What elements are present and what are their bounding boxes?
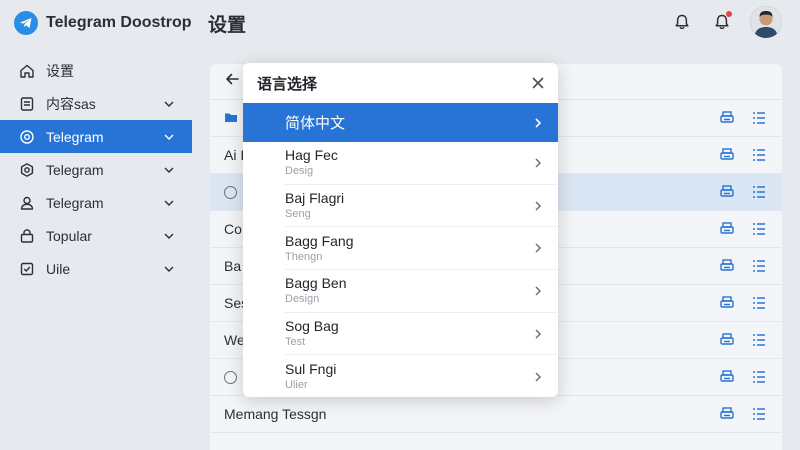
print-icon[interactable]: [718, 331, 736, 349]
row-label: We: [224, 332, 245, 348]
language-option[interactable]: Bagg Ben Design: [285, 270, 558, 313]
sidebar-item-settings[interactable]: 设置: [0, 54, 192, 87]
list-detail-icon[interactable]: [750, 331, 768, 349]
app-name: Telegram Doostrop: [46, 14, 192, 31]
chevron-right-icon: [530, 115, 546, 131]
lock-icon: [18, 227, 36, 245]
sidebar-item-topular[interactable]: Topular: [0, 219, 192, 252]
list-detail-icon[interactable]: [750, 405, 768, 423]
print-icon[interactable]: [718, 109, 736, 127]
sidebar-item-label: Telegram: [46, 194, 104, 211]
language-sublabel: Thengn: [285, 250, 323, 263]
print-icon[interactable]: [718, 368, 736, 386]
list-detail-icon[interactable]: [750, 368, 768, 386]
print-icon[interactable]: [718, 146, 736, 164]
language-label: Sul Fngi: [285, 361, 337, 378]
sidebar: 设置 内容sas Telegram Telegram Telegram Topu…: [0, 54, 192, 450]
language-sublabel: Seng: [285, 208, 311, 221]
list-detail-icon[interactable]: [750, 183, 768, 201]
chevron-down-icon[interactable]: [162, 229, 176, 243]
sidebar-item-label: Telegram: [46, 128, 104, 145]
language-label: Bagg Fang: [285, 232, 354, 249]
settings-icon: [18, 161, 36, 179]
folder-icon: [224, 110, 238, 127]
language-label: Bagg Ben: [285, 275, 347, 292]
notifications-bell-icon[interactable]: [710, 10, 734, 34]
language-label: Sog Bag: [285, 318, 339, 335]
bell-icon[interactable]: [670, 10, 694, 34]
sidebar-item-label: Topular: [46, 227, 92, 244]
telegram-logo-icon: [14, 11, 38, 35]
language-option[interactable]: Baj Flagri Seng: [285, 185, 558, 228]
language-option[interactable]: Hag Fec Desig: [285, 142, 558, 185]
print-icon[interactable]: [718, 220, 736, 238]
list-detail-icon[interactable]: [750, 109, 768, 127]
language-option-selected[interactable]: 简体中文: [243, 103, 558, 142]
chevron-right-icon: [530, 283, 546, 299]
sidebar-item-uile[interactable]: Uile: [0, 252, 192, 285]
sidebar-item-telegram[interactable]: Telegram: [0, 120, 192, 153]
print-icon[interactable]: [718, 183, 736, 201]
language-sublabel: Test: [285, 336, 306, 349]
language-option[interactable]: Sog Bag Test: [285, 313, 558, 356]
sidebar-item-label: Telegram: [46, 161, 104, 178]
row-label: Co: [224, 221, 242, 237]
table-row[interactable]: Memang Tessgn: [210, 396, 782, 433]
list-detail-icon[interactable]: [750, 146, 768, 164]
document-icon: [18, 95, 36, 113]
language-sublabel: Desig: [285, 165, 314, 178]
chevron-right-icon: [530, 240, 546, 256]
dialog-header: 语言选择: [243, 63, 558, 103]
language-option[interactable]: Sul Fngi Ulier: [285, 355, 558, 397]
chevron-down-icon[interactable]: [162, 97, 176, 111]
user-icon: [18, 194, 36, 212]
top-bar: Telegram Doostrop 设置: [0, 0, 800, 46]
avatar[interactable]: [750, 6, 782, 38]
row-label: Memang Tessgn: [224, 406, 327, 422]
home-icon: [18, 62, 36, 80]
sidebar-item-label: 内容sas: [46, 95, 96, 112]
chevron-down-icon[interactable]: [162, 130, 176, 144]
chevron-down-icon[interactable]: [162, 262, 176, 276]
chevron-down-icon[interactable]: [162, 163, 176, 177]
language-sublabel: Ulier: [285, 379, 308, 392]
page-title: 设置: [208, 14, 247, 36]
row-label: Ba: [224, 258, 242, 274]
sidebar-item-content[interactable]: 内容sas: [0, 87, 192, 120]
list-detail-icon[interactable]: [750, 220, 768, 238]
list-detail-icon[interactable]: [750, 294, 768, 312]
brand[interactable]: Telegram Doostrop: [0, 11, 192, 35]
print-icon[interactable]: [718, 257, 736, 275]
radio-button[interactable]: [224, 370, 237, 384]
sidebar-item-telegram-user[interactable]: Telegram: [0, 186, 192, 219]
checkbox-icon: [18, 260, 36, 278]
row-label: Ai I: [224, 147, 245, 163]
dialog-title: 语言选择: [257, 75, 318, 93]
chevron-right-icon: [530, 326, 546, 342]
back-arrow-icon[interactable]: [224, 71, 240, 92]
language-label: 简体中文: [285, 115, 346, 132]
sidebar-item-telegram-settings[interactable]: Telegram: [0, 153, 192, 186]
radio-button[interactable]: [224, 185, 237, 199]
list-detail-icon[interactable]: [750, 257, 768, 275]
language-label: Hag Fec: [285, 147, 338, 164]
sidebar-item-label: Uile: [46, 260, 71, 277]
language-sublabel: Design: [285, 293, 320, 306]
print-icon[interactable]: [718, 405, 736, 423]
chevron-down-icon[interactable]: [162, 196, 176, 210]
sidebar-item-label: 设置: [46, 62, 74, 79]
language-dialog: 语言选择 简体中文 Hag Fec Desig Baj Flagri Seng …: [243, 63, 558, 397]
notification-badge: [726, 11, 732, 17]
close-icon[interactable]: [528, 73, 548, 93]
target-icon: [18, 128, 36, 146]
chevron-right-icon: [530, 369, 546, 385]
print-icon[interactable]: [718, 294, 736, 312]
language-option[interactable]: Bagg Fang Thengn: [285, 227, 558, 271]
chevron-right-icon: [530, 155, 546, 171]
chevron-right-icon: [530, 198, 546, 214]
language-label: Baj Flagri: [285, 190, 345, 207]
